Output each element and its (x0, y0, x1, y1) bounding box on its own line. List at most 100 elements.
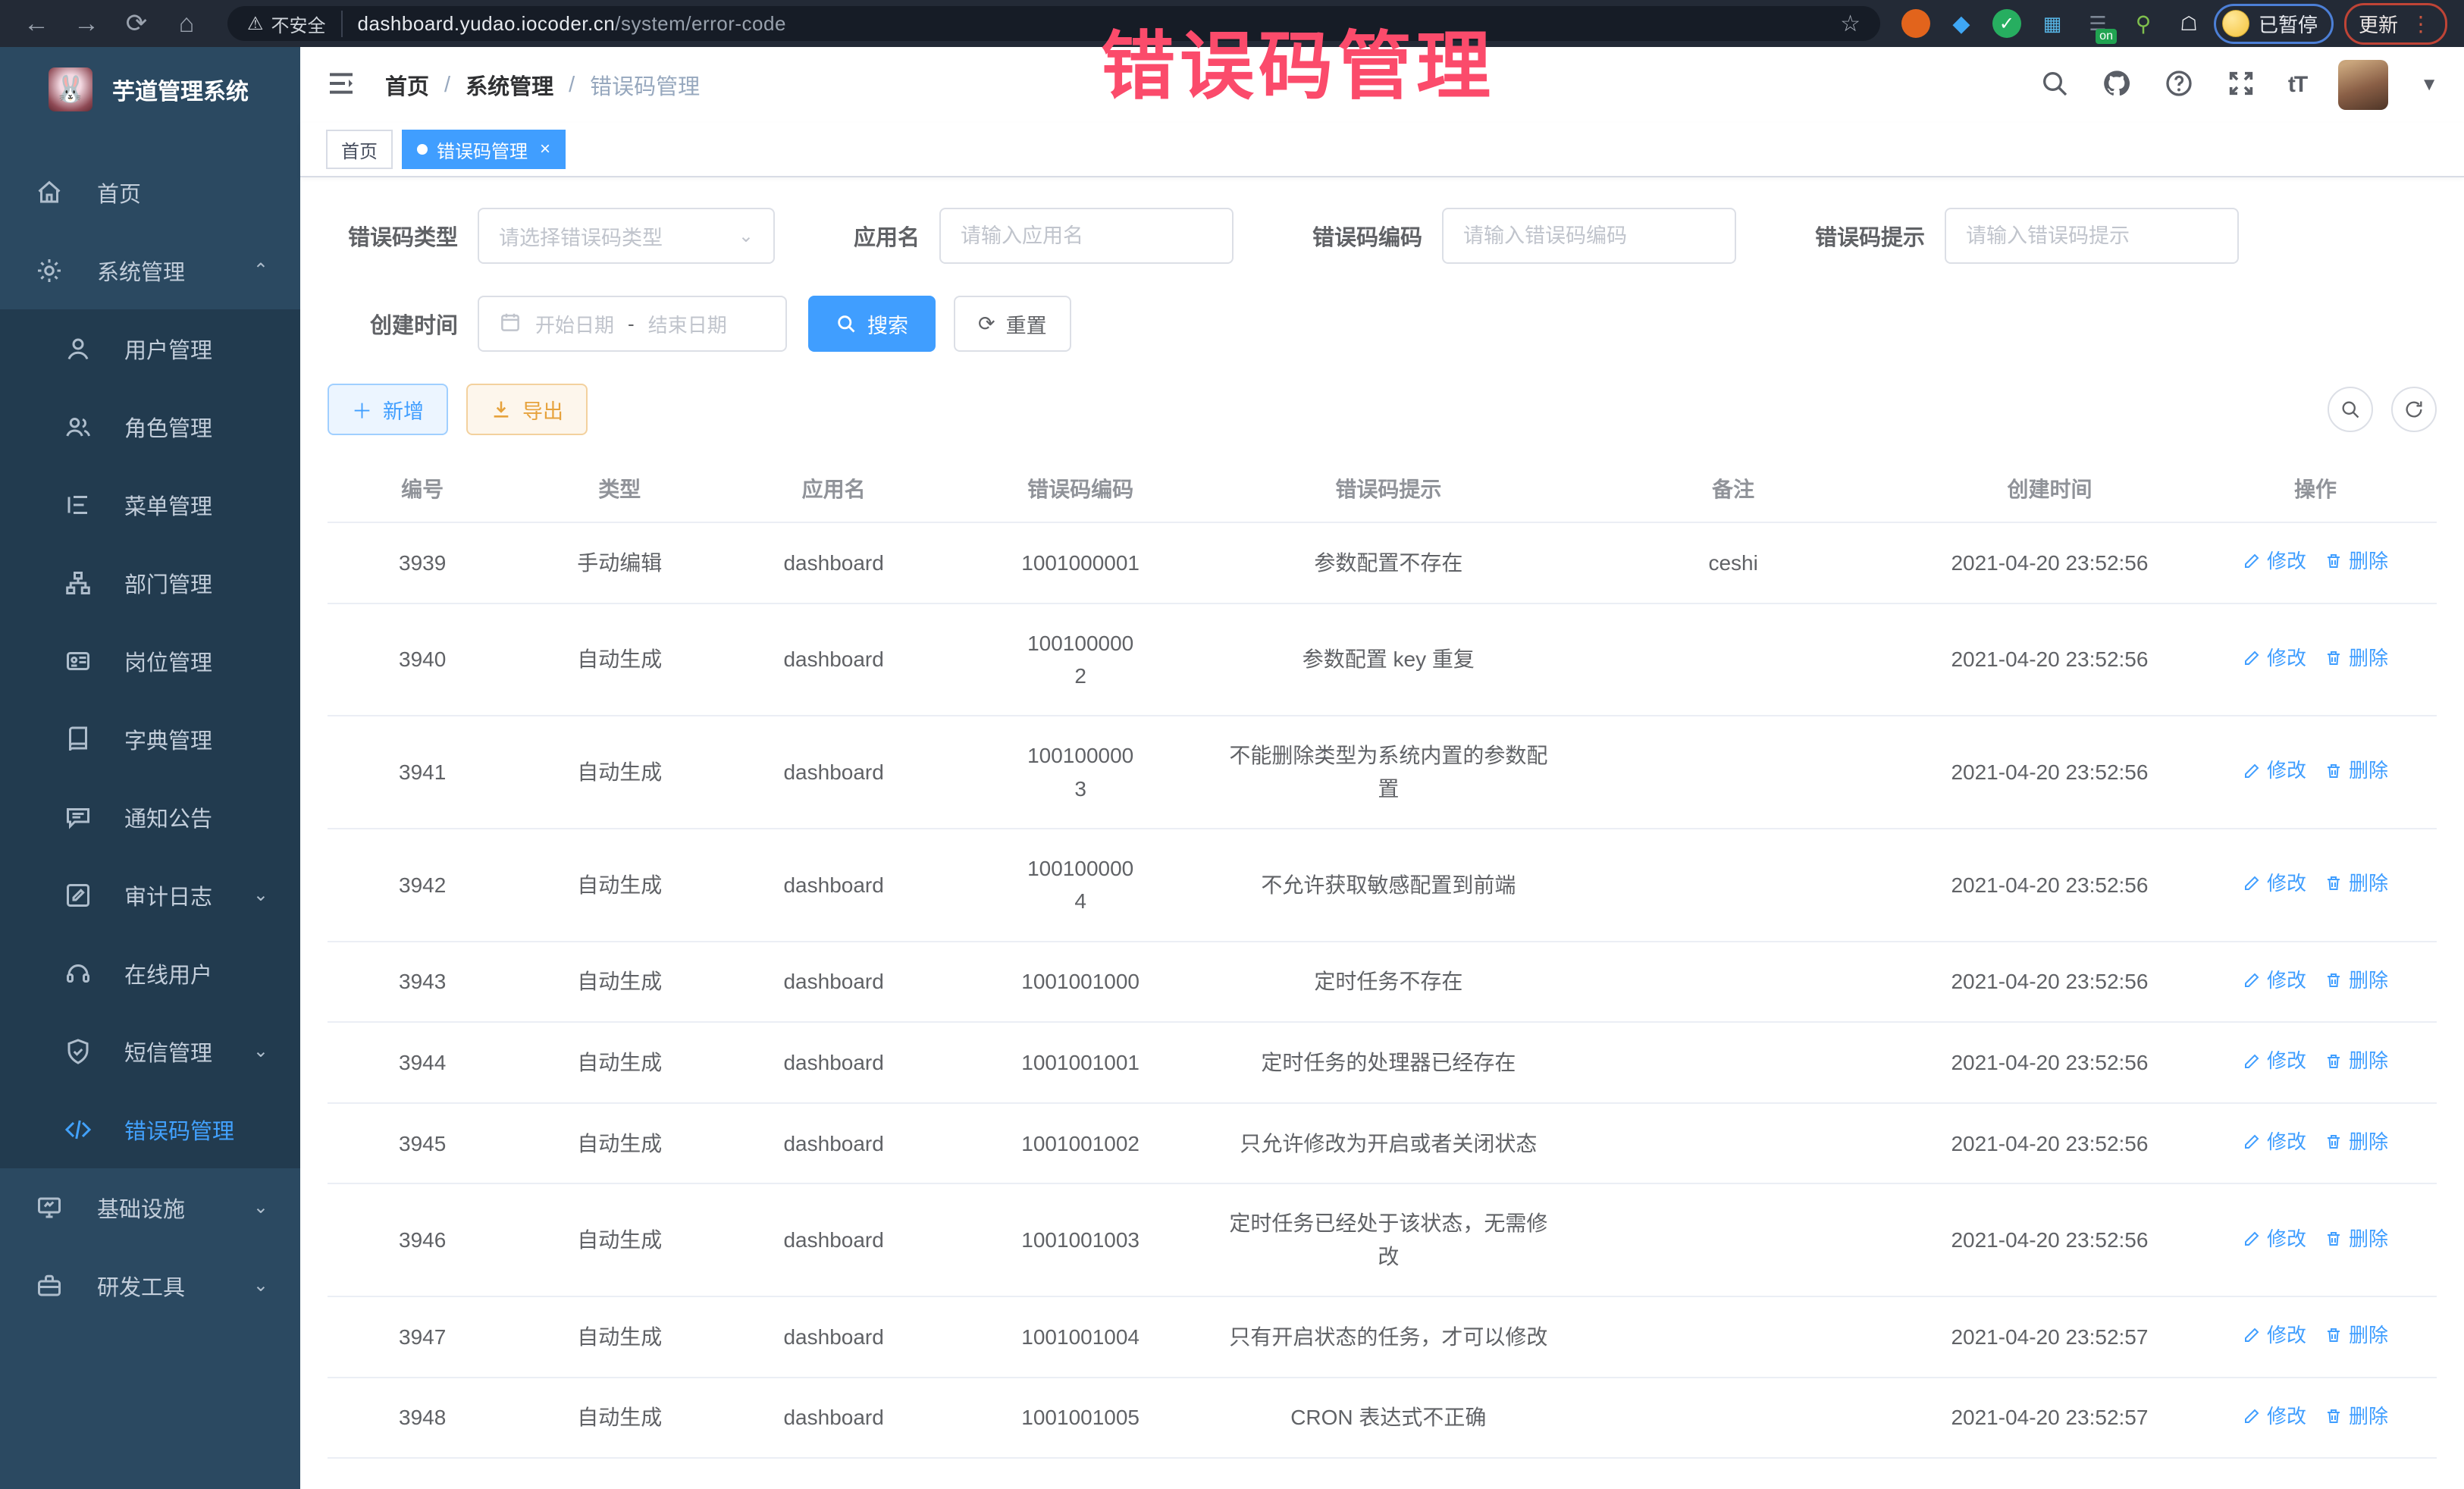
edit-link[interactable]: 修改 (2243, 1127, 2306, 1157)
gem-extension-icon[interactable]: ◆ (1947, 9, 1976, 38)
org-chart-icon (62, 569, 94, 597)
infrastructure-icon (33, 1194, 65, 1221)
edit-link[interactable]: 修改 (2243, 1401, 2306, 1431)
delete-link[interactable]: 删除 (2324, 643, 2388, 673)
reset-button[interactable]: ⟳ 重置 (954, 296, 1071, 352)
delete-link[interactable]: 删除 (2324, 1320, 2388, 1350)
profile-paused-badge[interactable]: 已暂停 (2214, 4, 2334, 44)
user-avatar[interactable] (2338, 60, 2388, 110)
cell-memo: ceshi (1561, 522, 1904, 603)
delete-link[interactable]: 删除 (2324, 868, 2388, 898)
edit-link[interactable]: 修改 (2243, 1045, 2306, 1076)
error-hint-input[interactable] (1966, 224, 2218, 248)
cell-actions: 修改 删除 (2194, 829, 2437, 942)
cell-app: dashboard (722, 829, 945, 942)
not-secure-label[interactable]: ⚠ 不安全 (247, 11, 343, 37)
delete-link[interactable]: 删除 (2324, 546, 2388, 576)
sidebar-item-user[interactable]: 用户管理 (0, 309, 300, 387)
edit-link[interactable]: 修改 (2243, 755, 2306, 785)
id-badge-icon (62, 647, 94, 675)
tab-home[interactable]: 首页 (326, 130, 393, 169)
sidebar-logo[interactable]: 🐰 芋道管理系统 (0, 47, 300, 132)
sidebar-item-menu-tree[interactable]: 菜单管理 (0, 466, 300, 544)
fullscreen-icon[interactable] (2226, 68, 2256, 102)
delete-link[interactable]: 删除 (2324, 1127, 2388, 1157)
cell-memo (1561, 603, 1904, 716)
delete-link[interactable]: 删除 (2324, 755, 2388, 785)
tab-error-code[interactable]: 错误码管理 × (402, 130, 566, 169)
refresh-table-button[interactable] (2391, 387, 2437, 432)
delete-link[interactable]: 删除 (2324, 1045, 2388, 1076)
avatar-caret-down-icon[interactable]: ▼ (2420, 74, 2438, 96)
trash-icon (2324, 971, 2343, 989)
browser-reload-icon[interactable]: ⟳ (117, 2, 156, 45)
breadcrumb-system[interactable]: 系统管理 (466, 69, 553, 101)
cell-hint: 参数配置 key 重复 (1215, 603, 1561, 716)
error-code-input[interactable] (1463, 224, 1715, 248)
puzzle-extension-icon[interactable]: ☖ (2174, 9, 2203, 38)
browser-back-icon[interactable]: ← (17, 2, 56, 45)
sidebar-item-users[interactable]: 角色管理 (0, 387, 300, 466)
tab-close-icon[interactable]: × (540, 139, 550, 160)
delete-link[interactable]: 删除 (2324, 965, 2388, 995)
header-search-icon[interactable] (2039, 68, 2070, 102)
github-icon[interactable] (2102, 68, 2132, 102)
edit-link[interactable]: 修改 (2243, 965, 2306, 995)
app-name-label: 应用名 (854, 220, 920, 252)
sidebar: 🐰 芋道管理系统 首页 系统管理 ⌃ 用户管理 角色管理 菜单管理 部门管理 岗… (0, 47, 300, 1489)
edit-pencil-icon (2243, 1133, 2261, 1151)
edit-link[interactable]: 修改 (2243, 868, 2306, 898)
bookmark-star-icon[interactable]: ☆ (1840, 11, 1861, 37)
sidebar-item-gear[interactable]: 系统管理 ⌃ (0, 231, 300, 309)
address-bar[interactable]: ⚠ 不安全 dashboard.yudao.iocoder.cn/system/… (227, 6, 1880, 41)
date-range-picker[interactable]: 开始日期 - 结束日期 (478, 296, 787, 352)
edit-link[interactable]: 修改 (2243, 1224, 2306, 1254)
docs-help-icon[interactable] (2164, 68, 2194, 102)
browser-forward-icon[interactable]: → (67, 2, 106, 45)
sidebar-item-home[interactable]: 首页 (0, 153, 300, 231)
cell-memo (1561, 716, 1904, 829)
menu-tree-icon (62, 491, 94, 519)
browser-menu-icon[interactable]: ⋮ (2410, 11, 2433, 36)
edit-link[interactable]: 修改 (2243, 546, 2306, 576)
table-row: 3945 自动生成 dashboard 1001001002 只允许修改为开启或… (328, 1103, 2437, 1184)
sidebar-item-devtools[interactable]: 研发工具 ⌄ (0, 1246, 300, 1324)
breadcrumb-home[interactable]: 首页 (385, 69, 429, 101)
sidebar-item-announcement[interactable]: 通知公告 (0, 778, 300, 856)
delete-link[interactable]: 删除 (2324, 1224, 2388, 1254)
cell-app: dashboard (722, 603, 945, 716)
edit-link[interactable]: 修改 (2243, 643, 2306, 673)
delete-link[interactable]: 删除 (2324, 1401, 2388, 1431)
toggle-search-button[interactable] (2328, 387, 2373, 432)
breadcrumb-separator: / (444, 73, 450, 98)
browser-home-icon[interactable]: ⌂ (167, 2, 206, 45)
grid-extension-icon[interactable]: ▦ (2038, 9, 2067, 38)
cell-memo (1561, 1183, 1904, 1296)
cell-actions: 修改 删除 (2194, 1103, 2437, 1184)
app-name-input[interactable] (961, 224, 1212, 248)
key-extension-icon[interactable]: ⚲ (2129, 9, 2158, 38)
switch-extension-icon[interactable]: ☰ (2083, 9, 2112, 38)
edit-link[interactable]: 修改 (2243, 1320, 2306, 1350)
sidebar-item-audit-log[interactable]: 审计日志 ⌄ (0, 856, 300, 934)
check-extension-icon[interactable]: ✓ (1992, 9, 2021, 38)
error-type-select[interactable]: 请选择错误码类型 ⌄ (478, 208, 775, 264)
sidebar-item-org-chart[interactable]: 部门管理 (0, 544, 300, 622)
sidebar-item-sms[interactable]: 短信管理 ⌄ (0, 1012, 300, 1090)
sidebar-item-error-code[interactable]: 错误码管理 (0, 1090, 300, 1168)
sidebar-item-id-badge[interactable]: 岗位管理 (0, 622, 300, 700)
add-button[interactable]: ＋ 新增 (328, 384, 448, 435)
sidebar-item-dictionary[interactable]: 字典管理 (0, 700, 300, 778)
trash-icon (2324, 1326, 2343, 1344)
cell-hint: 只允许修改为开启或者关闭状态 (1215, 1103, 1561, 1184)
font-size-icon[interactable]: tT (2288, 72, 2306, 98)
hamburger-icon[interactable] (326, 68, 359, 102)
browser-update-button[interactable]: 更新 ⋮ (2344, 3, 2447, 45)
sidebar-item-infrastructure[interactable]: 基础设施 ⌄ (0, 1168, 300, 1246)
export-button[interactable]: 导出 (466, 384, 588, 435)
sidebar-item-online-user[interactable]: 在线用户 (0, 934, 300, 1012)
trash-icon (2324, 552, 2343, 570)
adblock-extension-icon[interactable] (1901, 9, 1930, 38)
search-button[interactable]: 搜索 (808, 296, 936, 352)
devtools-icon (33, 1272, 65, 1299)
